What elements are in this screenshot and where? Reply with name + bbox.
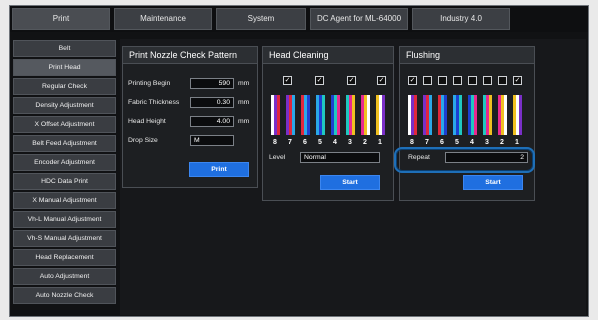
unit-label: mm bbox=[238, 118, 250, 125]
ink-bar bbox=[519, 95, 522, 135]
unit-label: mm bbox=[238, 99, 250, 106]
fabric-thickness-field[interactable]: 0.30 bbox=[190, 97, 234, 108]
head-cleaning-panel: Head Cleaning ✓ ✓ ✓ ✓ 8 7 6 5 4 3 2 1 Level Normal… bbox=[262, 46, 394, 201]
tab-industry-4[interactable]: Industry 4.0 bbox=[412, 8, 510, 30]
panel-title: Print Nozzle Check Pattern bbox=[123, 47, 257, 64]
sidebar-item-vh-s-manual-adjustment[interactable]: Vh-S Manual Adjustment bbox=[13, 230, 116, 247]
fabric-thickness-label: Fabric Thickness bbox=[128, 99, 180, 106]
printing-begin-field[interactable]: 590 bbox=[190, 78, 234, 89]
head-checkbox[interactable] bbox=[483, 76, 492, 85]
top-tab-bar: Print Maintenance System DC Agent for ML… bbox=[10, 6, 588, 32]
ink-bar bbox=[277, 95, 280, 135]
ink-bar bbox=[307, 95, 310, 135]
ink-bar bbox=[474, 95, 477, 135]
unit-label: mm bbox=[238, 80, 250, 87]
head-number: 8 bbox=[410, 139, 414, 146]
head-checkbox[interactable] bbox=[468, 76, 477, 85]
head-checkbox[interactable]: ✓ bbox=[377, 76, 386, 85]
head-height-field[interactable]: 4.00 bbox=[190, 116, 234, 127]
panel-title: Flushing bbox=[400, 47, 534, 64]
sidebar-item-belt[interactable]: Belt bbox=[13, 40, 116, 57]
head-checkbox[interactable] bbox=[453, 76, 462, 85]
head-number: 6 bbox=[303, 139, 307, 146]
tab-print[interactable]: Print bbox=[12, 8, 110, 30]
sidebar-item-density-adjustment[interactable]: Density Adjustment bbox=[13, 97, 116, 114]
tab-dc-agent[interactable]: DC Agent for ML-64000 bbox=[310, 8, 408, 30]
head-number: 5 bbox=[318, 139, 322, 146]
level-label: Level bbox=[269, 154, 286, 161]
head-cleaning-start-button[interactable]: Start bbox=[320, 175, 380, 190]
drop-size-label: Drop Size bbox=[128, 137, 158, 144]
head-checkbox[interactable]: ✓ bbox=[315, 76, 324, 85]
head-checkbox[interactable]: ✓ bbox=[347, 76, 356, 85]
head-number: 6 bbox=[440, 139, 444, 146]
application-window: Print Maintenance System DC Agent for ML… bbox=[9, 5, 589, 317]
head-number: 4 bbox=[333, 139, 337, 146]
ink-bar bbox=[429, 95, 432, 135]
ink-bar bbox=[489, 95, 492, 135]
level-select[interactable]: Normal bbox=[300, 152, 380, 163]
head-number: 3 bbox=[348, 139, 352, 146]
head-checkbox[interactable]: ✓ bbox=[513, 76, 522, 85]
ink-bar bbox=[459, 95, 462, 135]
repeat-highlight-callout bbox=[394, 147, 535, 173]
sidebar-item-vh-l-manual-adjustment[interactable]: Vh-L Manual Adjustment bbox=[13, 211, 116, 228]
head-number: 8 bbox=[273, 139, 277, 146]
ink-bar bbox=[414, 95, 417, 135]
sidebar-item-head-replacement[interactable]: Head Replacement bbox=[13, 249, 116, 266]
head-height-label: Head Height bbox=[128, 118, 166, 125]
ink-bar bbox=[352, 95, 355, 135]
head-checkbox[interactable] bbox=[438, 76, 447, 85]
head-number: 4 bbox=[470, 139, 474, 146]
head-number: 5 bbox=[455, 139, 459, 146]
ink-bar bbox=[504, 95, 507, 135]
head-checkbox[interactable]: ✓ bbox=[283, 76, 292, 85]
nozzle-check-panel: Print Nozzle Check Pattern Printing Begi… bbox=[122, 46, 258, 188]
sidebar-item-x-manual-adjustment[interactable]: X Manual Adjustment bbox=[13, 192, 116, 209]
sidebar-item-regular-check[interactable]: Regular Check bbox=[13, 78, 116, 95]
sidebar-item-auto-adjustment[interactable]: Auto Adjustment bbox=[13, 268, 116, 285]
sidebar-item-x-offset-adjustment[interactable]: X Offset Adjustment bbox=[13, 116, 116, 133]
sidebar-item-encoder-adjustment[interactable]: Encoder Adjustment bbox=[13, 154, 116, 171]
sidebar-item-belt-feed-adjustment[interactable]: Belt Feed Adjustment bbox=[13, 135, 116, 152]
ink-bar bbox=[337, 95, 340, 135]
printing-begin-label: Printing Begin bbox=[128, 80, 171, 87]
sidebar-item-print-head[interactable]: Print Head bbox=[13, 59, 116, 76]
head-number: 2 bbox=[500, 139, 504, 146]
tab-maintenance[interactable]: Maintenance bbox=[114, 8, 212, 30]
ink-bar bbox=[444, 95, 447, 135]
drop-size-select[interactable]: M bbox=[190, 135, 234, 146]
head-number: 1 bbox=[378, 139, 382, 146]
head-checkbox[interactable]: ✓ bbox=[408, 76, 417, 85]
tab-system[interactable]: System bbox=[216, 8, 306, 30]
head-number: 7 bbox=[288, 139, 292, 146]
ink-bar bbox=[322, 95, 325, 135]
ink-bar bbox=[382, 95, 385, 135]
head-number: 7 bbox=[425, 139, 429, 146]
flushing-panel: Flushing ✓ ✓ 87654321 Repeat 2 Start bbox=[399, 46, 535, 201]
head-number: 1 bbox=[515, 139, 519, 146]
ink-bar bbox=[367, 95, 370, 135]
head-number: 2 bbox=[363, 139, 367, 146]
head-number: 3 bbox=[485, 139, 489, 146]
panel-title: Head Cleaning bbox=[263, 47, 393, 64]
head-checkbox[interactable] bbox=[498, 76, 507, 85]
ink-bar bbox=[292, 95, 295, 135]
head-checkbox[interactable] bbox=[423, 76, 432, 85]
flushing-start-button[interactable]: Start bbox=[463, 175, 523, 190]
sidebar-item-hdc-data-print[interactable]: HDC Data Print bbox=[13, 173, 116, 190]
print-button[interactable]: Print bbox=[189, 162, 249, 177]
sidebar-item-auto-nozzle-check[interactable]: Auto Nozzle Check bbox=[13, 287, 116, 304]
